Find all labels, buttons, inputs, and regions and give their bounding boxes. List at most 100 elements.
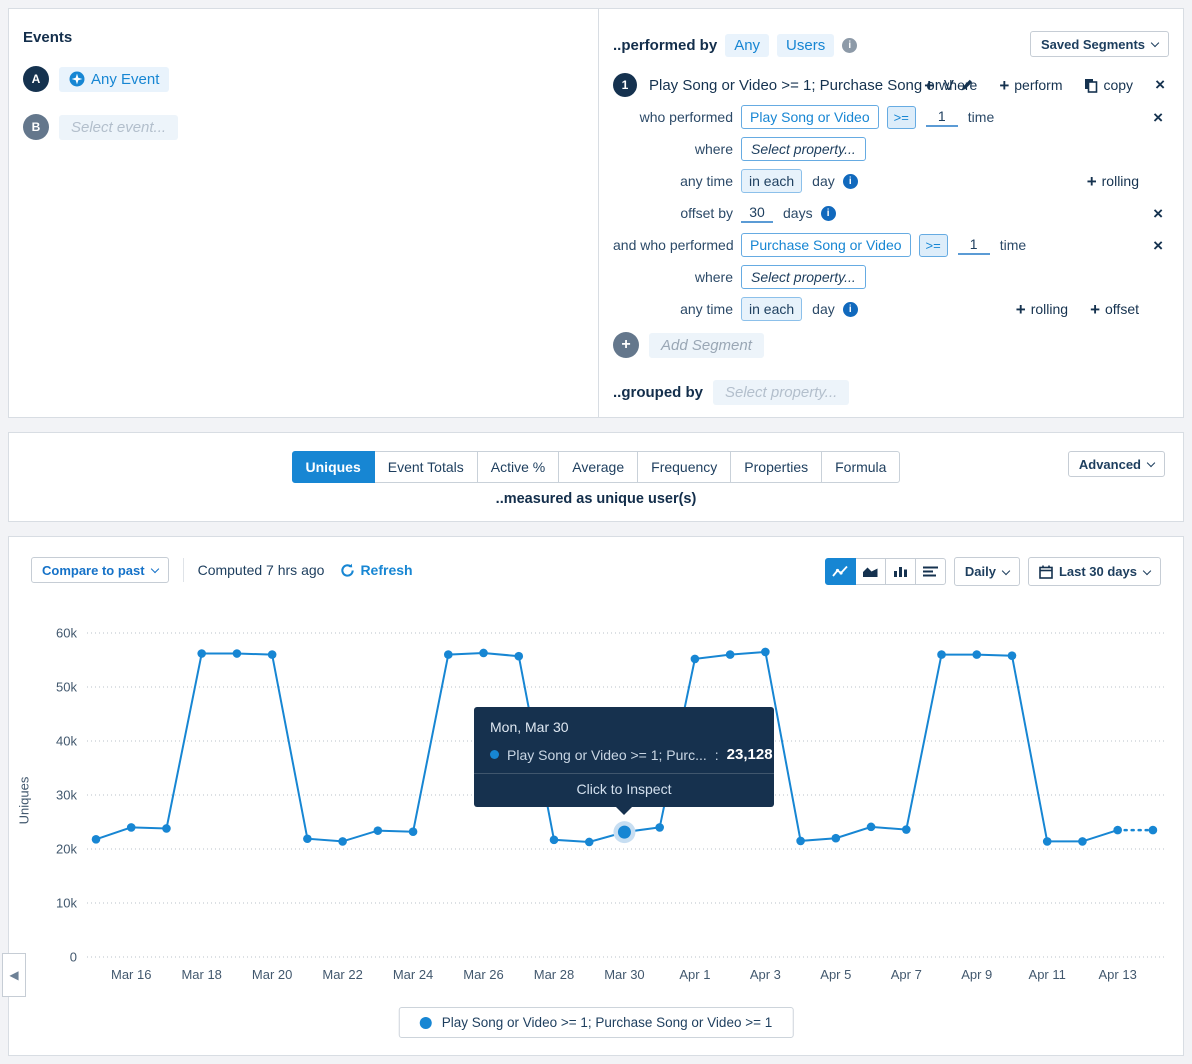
offset-label: offset by <box>613 205 733 221</box>
operator-chip[interactable]: >= <box>887 106 916 129</box>
anytime-label: any time <box>613 301 733 317</box>
svg-text:Apr 7: Apr 7 <box>891 967 922 982</box>
close-icon[interactable]: × <box>1153 109 1163 126</box>
compare-to-past-button[interactable]: Compare to past <box>31 557 169 583</box>
horizontal-bars-button[interactable] <box>915 558 946 585</box>
tab-properties[interactable]: Properties <box>730 451 822 483</box>
chart-tooltip: Mon, Mar 30 Play Song or Video >= 1; Pur… <box>474 707 774 807</box>
chart-panel: Compare to past Computed 7 hrs ago Refre… <box>8 536 1184 1056</box>
count-input[interactable]: 1 <box>926 108 958 127</box>
tab-average[interactable]: Average <box>558 451 638 483</box>
add-where-button[interactable]: + where <box>924 77 977 94</box>
operator-chip[interactable]: >= <box>919 234 948 257</box>
copy-segment-button[interactable]: copy <box>1084 77 1133 93</box>
who-performed-label: who performed <box>613 109 733 125</box>
chart-legend[interactable]: Play Song or Video >= 1; Purchase Song o… <box>399 1007 794 1038</box>
svg-text:40k: 40k <box>56 734 77 749</box>
computed-timestamp: Computed 7 hrs ago <box>198 562 325 578</box>
event-badge-b: B <box>23 114 49 140</box>
unit-label: time <box>968 109 994 125</box>
svg-text:10k: 10k <box>56 896 77 911</box>
measure-panel: Uniques Event Totals Active % Average Fr… <box>8 432 1184 522</box>
any-event-chip[interactable]: Any Event <box>59 67 169 92</box>
measure-tabs: Uniques Event Totals Active % Average Fr… <box>9 451 1183 483</box>
plus-icon: + <box>924 77 934 94</box>
tooltip-value: 23,128 <box>727 746 773 763</box>
any-event-label: Any Event <box>91 71 159 88</box>
tab-formula[interactable]: Formula <box>821 451 900 483</box>
collapse-panel-button[interactable]: ◀ <box>2 953 26 997</box>
plus-icon: + <box>1087 173 1097 190</box>
in-each-chip[interactable]: in each <box>741 169 802 193</box>
add-rolling-button[interactable]: + rolling <box>1016 301 1068 318</box>
svg-text:Mar 30: Mar 30 <box>604 967 644 982</box>
close-icon[interactable]: × <box>1153 205 1163 222</box>
chevron-down-icon <box>1002 566 1010 574</box>
info-icon: i <box>842 38 857 53</box>
close-icon[interactable]: × <box>1153 237 1163 254</box>
offset-input[interactable]: 30 <box>741 204 773 223</box>
refresh-button[interactable]: Refresh <box>340 562 412 578</box>
tab-uniques[interactable]: Uniques <box>292 451 375 483</box>
events-section: Events A Any Event B Select event... <box>23 29 178 142</box>
any-event-icon <box>69 71 85 87</box>
click-to-inspect-button[interactable]: Click to Inspect <box>474 773 774 804</box>
select-property-input[interactable]: Select property... <box>741 137 866 161</box>
area-chart-icon <box>862 565 879 578</box>
rolling-label: rolling <box>1102 173 1139 189</box>
bar-chart-icon <box>892 565 909 578</box>
chart-toolbar-left: Compare to past Computed 7 hrs ago Refre… <box>31 557 413 583</box>
line-chart-button[interactable] <box>825 558 856 585</box>
info-icon: i <box>843 174 858 189</box>
tab-active-pct[interactable]: Active % <box>477 451 559 483</box>
add-perform-button[interactable]: + perform <box>999 77 1062 94</box>
tab-frequency[interactable]: Frequency <box>637 451 731 483</box>
add-segment-plus-icon[interactable]: + <box>613 332 639 358</box>
svg-text:Apr 5: Apr 5 <box>820 967 851 982</box>
add-segment-button[interactable]: Add Segment <box>649 333 764 358</box>
users-selector[interactable]: Users <box>777 34 834 57</box>
svg-text:Apr 1: Apr 1 <box>679 967 710 982</box>
svg-text:Mar 26: Mar 26 <box>463 967 503 982</box>
close-icon[interactable]: × <box>1155 75 1165 95</box>
period-label: day <box>812 173 835 189</box>
offset-row: offset by 30 days i × <box>613 197 1183 229</box>
panel-divider <box>598 9 599 417</box>
plus-icon: + <box>1016 301 1026 318</box>
any-selector[interactable]: Any <box>725 34 769 57</box>
where-row: where Select property... <box>613 261 1183 293</box>
area-chart-button[interactable] <box>855 558 886 585</box>
grouped-by-property-input[interactable]: Select property... <box>713 380 849 405</box>
grouped-by-row: ..grouped by Select property... <box>613 377 849 407</box>
performed-by-label: ..performed by <box>613 37 717 54</box>
tab-event-totals[interactable]: Event Totals <box>374 451 478 483</box>
offset-label: offset <box>1105 301 1139 317</box>
segment-number-badge: 1 <box>613 73 637 97</box>
anytime-row: any time in each day i + rolling <box>613 165 1183 197</box>
event-row-b: B Select event... <box>23 112 178 142</box>
date-range-dropdown[interactable]: Last 30 days <box>1028 557 1161 586</box>
horizontal-bars-icon <box>922 565 939 578</box>
event-row-a: A Any Event <box>23 64 178 94</box>
saved-segments-button[interactable]: Saved Segments <box>1030 31 1169 57</box>
add-offset-button[interactable]: + offset <box>1090 301 1139 318</box>
add-rolling-button[interactable]: + rolling <box>1087 173 1139 190</box>
interval-dropdown[interactable]: Daily <box>954 557 1020 586</box>
select-event-input[interactable]: Select event... <box>59 115 178 140</box>
rolling-offset-actions: + rolling + offset <box>1016 301 1139 318</box>
select-property-input[interactable]: Select property... <box>741 265 866 289</box>
refresh-icon <box>340 563 355 578</box>
svg-text:0: 0 <box>70 950 77 965</box>
event-select-chip[interactable]: Play Song or Video <box>741 105 879 129</box>
offset-unit-label: days <box>783 205 813 221</box>
chart-toolbar-right: Daily Last 30 days <box>825 557 1161 586</box>
count-input[interactable]: 1 <box>958 236 990 255</box>
segment-title: Play Song or Video >= 1; Purchase Song o… <box>649 77 954 94</box>
bar-chart-button[interactable] <box>885 558 916 585</box>
where-label: where <box>613 269 733 285</box>
segment-builder: ..performed by Any Users i Saved Segment… <box>613 9 1183 417</box>
event-select-chip[interactable]: Purchase Song or Video <box>741 233 911 257</box>
events-title: Events <box>23 29 178 46</box>
advanced-button[interactable]: Advanced <box>1068 451 1165 477</box>
in-each-chip[interactable]: in each <box>741 297 802 321</box>
